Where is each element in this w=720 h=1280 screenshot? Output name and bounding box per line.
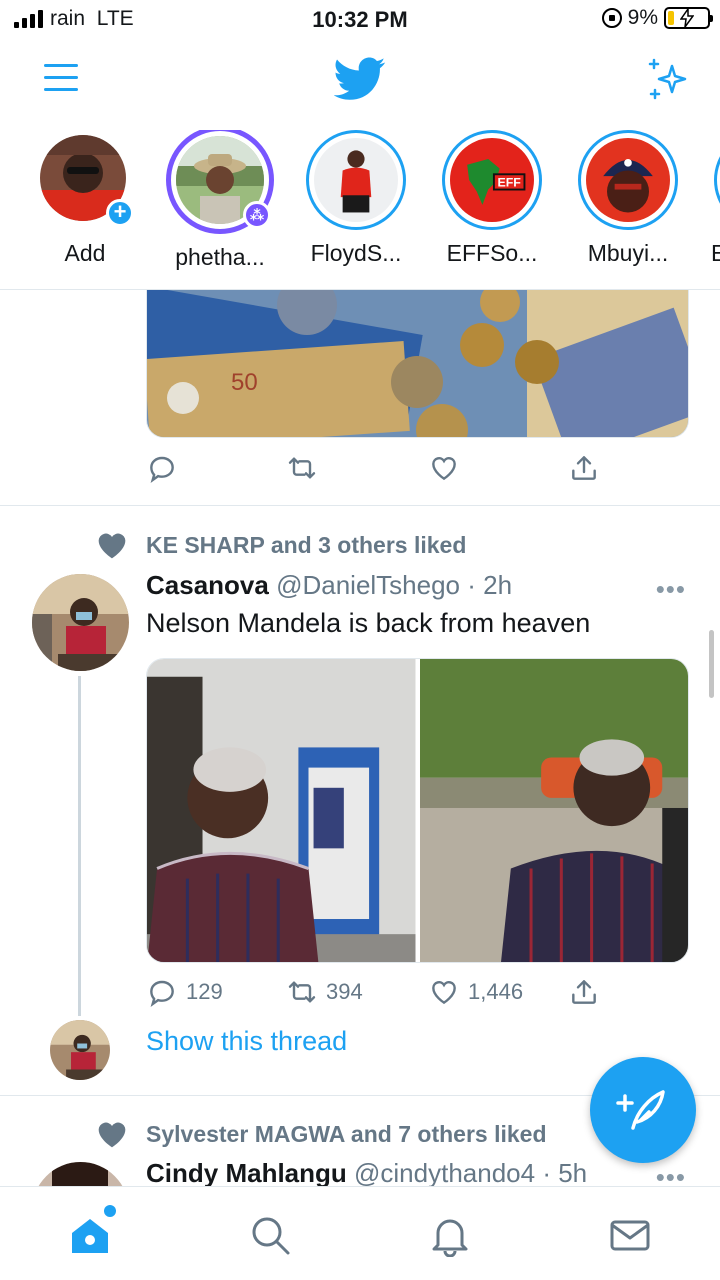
thread-line	[78, 676, 81, 1016]
author-handle[interactable]: @cindythando4	[354, 1158, 535, 1188]
fleet-name: phetha...	[175, 244, 265, 270]
fleet-name: E	[699, 240, 720, 267]
heart-filled-icon	[98, 1122, 126, 1148]
avatar	[586, 138, 670, 222]
messages-icon	[610, 1220, 650, 1251]
share-button[interactable]	[568, 976, 600, 1008]
retweet-icon	[288, 457, 316, 479]
tab-search[interactable]	[248, 1213, 292, 1257]
tweet-divider	[0, 505, 720, 506]
fleet-add[interactable]: + Add	[20, 130, 150, 267]
notifications-icon	[432, 1219, 468, 1258]
reply-count: 129	[186, 979, 223, 1004]
fleet-avatar-ring: ⁂	[166, 130, 274, 234]
author-name[interactable]: Casanova	[146, 570, 269, 600]
status-bar: rain LTE 10:32 PM 9%	[0, 0, 720, 40]
tweet-header: Casanova @DanielTshego · 2h	[146, 570, 512, 601]
share-button[interactable]	[568, 452, 600, 484]
tweet-media-grid	[146, 658, 689, 963]
retweet-icon	[288, 981, 316, 1003]
fleet-item[interactable]: EFF EFFSo...	[427, 130, 557, 267]
share-icon	[572, 456, 596, 480]
fleet-media-icon: ⁂	[243, 201, 271, 229]
top-app-bar	[0, 40, 720, 124]
like-icon	[432, 457, 456, 481]
twitter-bird-icon[interactable]	[334, 56, 386, 102]
like-button[interactable]: 1,446	[428, 976, 523, 1008]
menu-icon[interactable]	[44, 64, 78, 94]
show-thread-link[interactable]: Show this thread	[146, 1026, 347, 1057]
tweet-media-image[interactable]: 50	[146, 290, 689, 438]
retweet-count: 394	[326, 979, 363, 1004]
eff-logo-text: EFF	[497, 176, 521, 190]
scrollbar[interactable]	[709, 630, 714, 698]
fleet-name: EFFSo...	[446, 240, 538, 266]
fleet-name: FloydS...	[310, 240, 402, 266]
tweet-media-image[interactable]	[419, 659, 688, 962]
avatar[interactable]	[50, 1020, 110, 1080]
fleet-name: Add	[64, 240, 106, 266]
tweet-header: Cindy Mahlangu @cindythando4 · 5h	[146, 1158, 587, 1189]
fleet-name: Mbuyi...	[587, 240, 669, 266]
retweet-button[interactable]	[286, 452, 318, 484]
social-context-text: KE SHARP and 3 others liked	[146, 531, 467, 558]
battery-percent: 9%	[627, 6, 658, 29]
like-button[interactable]	[428, 452, 460, 484]
new-content-dot	[104, 1205, 116, 1217]
fleet-item[interactable]: E	[699, 130, 720, 267]
like-icon	[432, 981, 456, 1005]
tweet-time: · 5h	[542, 1158, 588, 1188]
author-name[interactable]: Cindy Mahlangu	[146, 1158, 347, 1188]
fleets-bar: + Add ⁂ phetha... FloydS... EFF EFFSo...…	[0, 130, 720, 290]
svg-text:50: 50	[231, 369, 258, 396]
reply-icon	[150, 456, 174, 483]
add-fleet-icon: +	[106, 199, 134, 227]
author-handle[interactable]: @DanielTshego	[276, 570, 460, 600]
tweet-text: Nelson Mandela is back from heaven	[146, 608, 591, 638]
home-icon	[72, 1219, 108, 1253]
search-icon	[252, 1217, 290, 1255]
tab-messages[interactable]	[608, 1213, 652, 1257]
fleet-item[interactable]: Mbuyi...	[563, 130, 693, 267]
tab-home[interactable]	[68, 1205, 116, 1257]
compose-tweet-button[interactable]	[590, 1057, 696, 1163]
fleet-item[interactable]: ⁂ phetha...	[155, 130, 285, 271]
orientation-lock-icon	[601, 8, 622, 28]
fleet-avatar-ring: +	[35, 130, 135, 230]
compose-feather-icon	[616, 1090, 665, 1130]
tab-notifications[interactable]	[428, 1213, 472, 1258]
reply-icon	[150, 980, 174, 1007]
battery-icon	[664, 7, 713, 29]
sparkle-icon[interactable]	[644, 56, 692, 104]
tweet-media-image[interactable]	[147, 659, 416, 962]
avatar	[314, 138, 398, 222]
heart-filled-icon	[98, 533, 126, 559]
fleet-item[interactable]: FloydS...	[291, 130, 421, 267]
share-icon	[572, 980, 596, 1004]
fleet-avatar-ring: EFF	[442, 130, 542, 230]
social-context: KE SHARP and 3 others liked	[96, 530, 466, 560]
fleet-avatar-ring	[578, 130, 678, 230]
like-count: 1,446	[468, 979, 524, 1004]
more-options-icon[interactable]: •••	[656, 574, 686, 605]
fleet-avatar-ring	[306, 130, 406, 230]
reply-button[interactable]	[146, 452, 178, 484]
social-context-text: Sylvester MAGWA and 7 others liked	[146, 1120, 547, 1147]
fleet-avatar-ring	[714, 130, 720, 230]
bottom-tab-bar	[0, 1186, 720, 1280]
social-context: Sylvester MAGWA and 7 others liked	[96, 1119, 547, 1149]
status-right: 9%	[601, 6, 713, 30]
reply-button[interactable]: 129	[146, 976, 223, 1008]
retweet-button[interactable]: 394	[286, 976, 363, 1008]
avatar: EFF	[450, 138, 534, 222]
tweet-time: · 2h	[467, 570, 513, 600]
avatar[interactable]	[32, 574, 129, 671]
